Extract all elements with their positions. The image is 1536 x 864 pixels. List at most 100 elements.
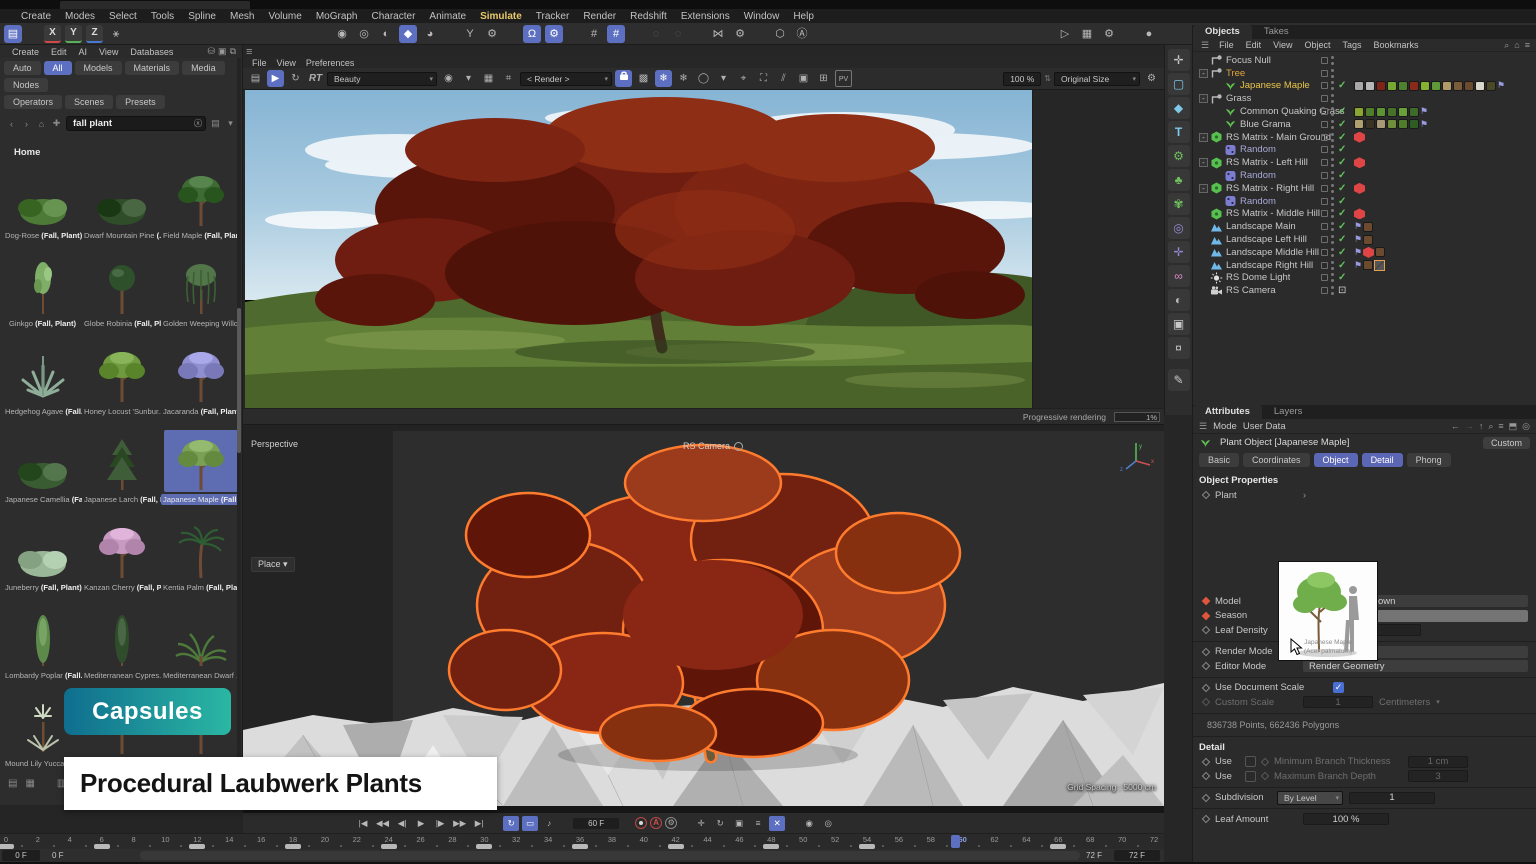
layer-toggle[interactable] <box>1321 57 1328 64</box>
text-object-icon[interactable]: T <box>1168 121 1190 143</box>
filter-tab-models[interactable]: Models <box>75 61 122 75</box>
thumb-view-icon[interactable]: ▦ <box>25 778 34 789</box>
enabled-check-icon[interactable]: ✓ <box>1338 260 1349 271</box>
asset-thumbnail[interactable] <box>6 254 80 316</box>
enabled-check-icon[interactable]: ✓ <box>1338 272 1349 283</box>
attr-filter-icon[interactable]: ≡ <box>1498 421 1503 432</box>
material-tag[interactable] <box>1375 247 1385 257</box>
layer-toggle[interactable] <box>1321 159 1328 166</box>
layer-toggle[interactable] <box>1321 223 1328 230</box>
use-doc-scale-key-diamond[interactable] <box>1202 684 1210 692</box>
asset-juneberry[interactable]: Juneberry (Fall, Plant) <box>3 518 82 593</box>
asset-lombardy-poplar[interactable]: Lombardy Poplar (Fall... <box>3 606 82 681</box>
model-mode-icon[interactable]: ◆ <box>399 25 417 43</box>
vp-menu-preferences[interactable]: Preferences <box>301 58 360 68</box>
render-pass-select[interactable]: Beauty <box>327 72 437 86</box>
object-row-random[interactable]: Random✓ <box>1193 169 1536 182</box>
om-home-icon[interactable]: ⌂ <box>1514 40 1519 51</box>
visibility-dots[interactable] <box>1331 133 1335 142</box>
lock-x-axis-button[interactable]: X <box>44 25 61 43</box>
material-tag[interactable] <box>1365 81 1375 91</box>
visibility-dots[interactable] <box>1331 286 1335 295</box>
scene-null-icon[interactable]: ✛ <box>1168 241 1190 263</box>
asset-thumbnail[interactable] <box>85 342 159 404</box>
rt-toggle[interactable]: RT <box>307 70 324 87</box>
asset-browser-scrollbar[interactable] <box>237 58 241 805</box>
section-tab-coordinates[interactable]: Coordinates <box>1243 453 1310 467</box>
clear-search-icon[interactable]: ⓧ <box>194 118 202 129</box>
light-object-icon[interactable]: ¤ <box>1168 337 1190 359</box>
object-row-random[interactable]: Random✓ <box>1193 195 1536 208</box>
om-menu-edit[interactable]: Edit <box>1240 40 1268 50</box>
render-region-icon[interactable]: ▤ <box>247 70 264 87</box>
snap-icon[interactable]: Ω <box>523 25 541 43</box>
expander-icon[interactable]: - <box>1199 133 1208 142</box>
environment-icon[interactable]: ◐ <box>1168 289 1190 311</box>
playhead[interactable] <box>951 835 960 848</box>
material-tag[interactable] <box>1363 235 1373 245</box>
material-tag[interactable] <box>1398 119 1408 129</box>
material-tag[interactable] <box>1376 81 1386 91</box>
filter-tab-operators[interactable]: Operators <box>4 95 62 109</box>
object-row-landscape-main[interactable]: Landscape Main✓⚑ <box>1193 220 1536 233</box>
attr-tab-attributes[interactable]: Attributes <box>1193 405 1262 419</box>
breadcrumb[interactable]: Home <box>0 135 242 162</box>
visibility-dots[interactable] <box>1331 248 1335 257</box>
redshift-tag-icon[interactable] <box>1354 132 1365 143</box>
quantize-grid-icon[interactable]: # <box>607 25 625 43</box>
channel-dropdown-icon[interactable]: ▾ <box>460 70 477 87</box>
om-tab-objects[interactable]: Objects <box>1193 25 1252 39</box>
section-tab-object[interactable]: Object <box>1314 453 1358 467</box>
vp-menu-file[interactable]: File <box>247 58 272 68</box>
menu-redshift[interactable]: Redshift <box>623 11 674 22</box>
home-icon[interactable]: ⌂ <box>36 119 47 129</box>
camera-active-icon[interactable]: ⊡ <box>1338 285 1349 296</box>
object-row-rs-matrix-main-ground[interactable]: -RS Matrix - Main Ground✓ <box>1193 131 1536 144</box>
render-settings-icon[interactable]: ⚙ <box>1100 25 1118 43</box>
object-row-rs-matrix-left-hill[interactable]: -RS Matrix - Left Hill✓ <box>1193 156 1536 169</box>
record-parameter-toggle[interactable]: ≡ <box>750 816 766 831</box>
null-object-icon[interactable]: ✛ <box>1168 49 1190 71</box>
asset-hedgehog-agave[interactable]: Hedgehog Agave (Fall... <box>3 342 82 417</box>
snapshot-icon[interactable]: ❄ <box>655 70 672 87</box>
camera-rotate-icon[interactable] <box>734 442 743 451</box>
object-row-focus-null[interactable]: Focus Null <box>1193 54 1536 67</box>
menu-spline[interactable]: Spline <box>181 11 223 22</box>
asset-thumbnail[interactable] <box>164 166 238 228</box>
enabled-check-icon[interactable]: ✓ <box>1338 80 1349 91</box>
grid-dots-icon[interactable]: ▩ <box>635 70 652 87</box>
redshift-tag-icon[interactable] <box>1354 157 1365 168</box>
menu-help[interactable]: Help <box>786 11 821 22</box>
use-min-branch-checkbox[interactable] <box>1245 756 1256 767</box>
points-mode-icon[interactable]: ◉ <box>333 25 351 43</box>
subdivision-field[interactable]: 1 <box>1349 792 1435 804</box>
character-settings-icon[interactable]: ⚙ <box>483 25 501 43</box>
preview-range-button[interactable]: ▭ <box>522 816 538 831</box>
circle-select-icon[interactable]: ◯ <box>695 70 712 87</box>
object-row-landscape-middle-hill[interactable]: Landscape Middle Hill✓⚑ <box>1193 246 1536 259</box>
material-tag[interactable] <box>1442 81 1452 91</box>
plant-key-diamond[interactable] <box>1202 491 1210 499</box>
material-tag[interactable] <box>1420 81 1430 91</box>
om-menu-file[interactable]: File <box>1213 40 1240 50</box>
camera-label[interactable]: RS Camera <box>683 441 730 451</box>
object-row-landscape-left-hill[interactable]: Landscape Left Hill✓⚑ <box>1193 233 1536 246</box>
object-row-rs-dome-light[interactable]: RS Dome Light✓ <box>1193 272 1536 285</box>
om-filter-icon[interactable]: ≡ <box>1525 40 1530 51</box>
expander-icon[interactable]: - <box>1199 158 1208 167</box>
prev-key-button[interactable]: ◀◀ <box>374 816 391 831</box>
record-keyframe-button[interactable] <box>635 817 647 829</box>
material-tag[interactable] <box>1354 119 1364 129</box>
grid-view-icon[interactable]: ▤ <box>8 778 17 789</box>
leaf-amount-key-diamond[interactable] <box>1202 815 1210 823</box>
ab-menu-ai[interactable]: AI <box>73 47 94 57</box>
archive-icon[interactable]: ▤ <box>210 118 221 129</box>
asset-thumbnail[interactable] <box>85 518 159 580</box>
object-row-japanese-maple[interactable]: Japanese Maple✓⚑ <box>1193 80 1536 93</box>
menu-character[interactable]: Character <box>365 11 423 22</box>
material-tag[interactable] <box>1387 107 1397 117</box>
place-tool-chip[interactable]: Place ▾ <box>251 557 295 572</box>
parent-icon[interactable]: ↑ <box>1479 421 1484 432</box>
history-back-icon[interactable]: ← <box>1451 421 1460 432</box>
layer-toggle[interactable] <box>1321 274 1328 281</box>
